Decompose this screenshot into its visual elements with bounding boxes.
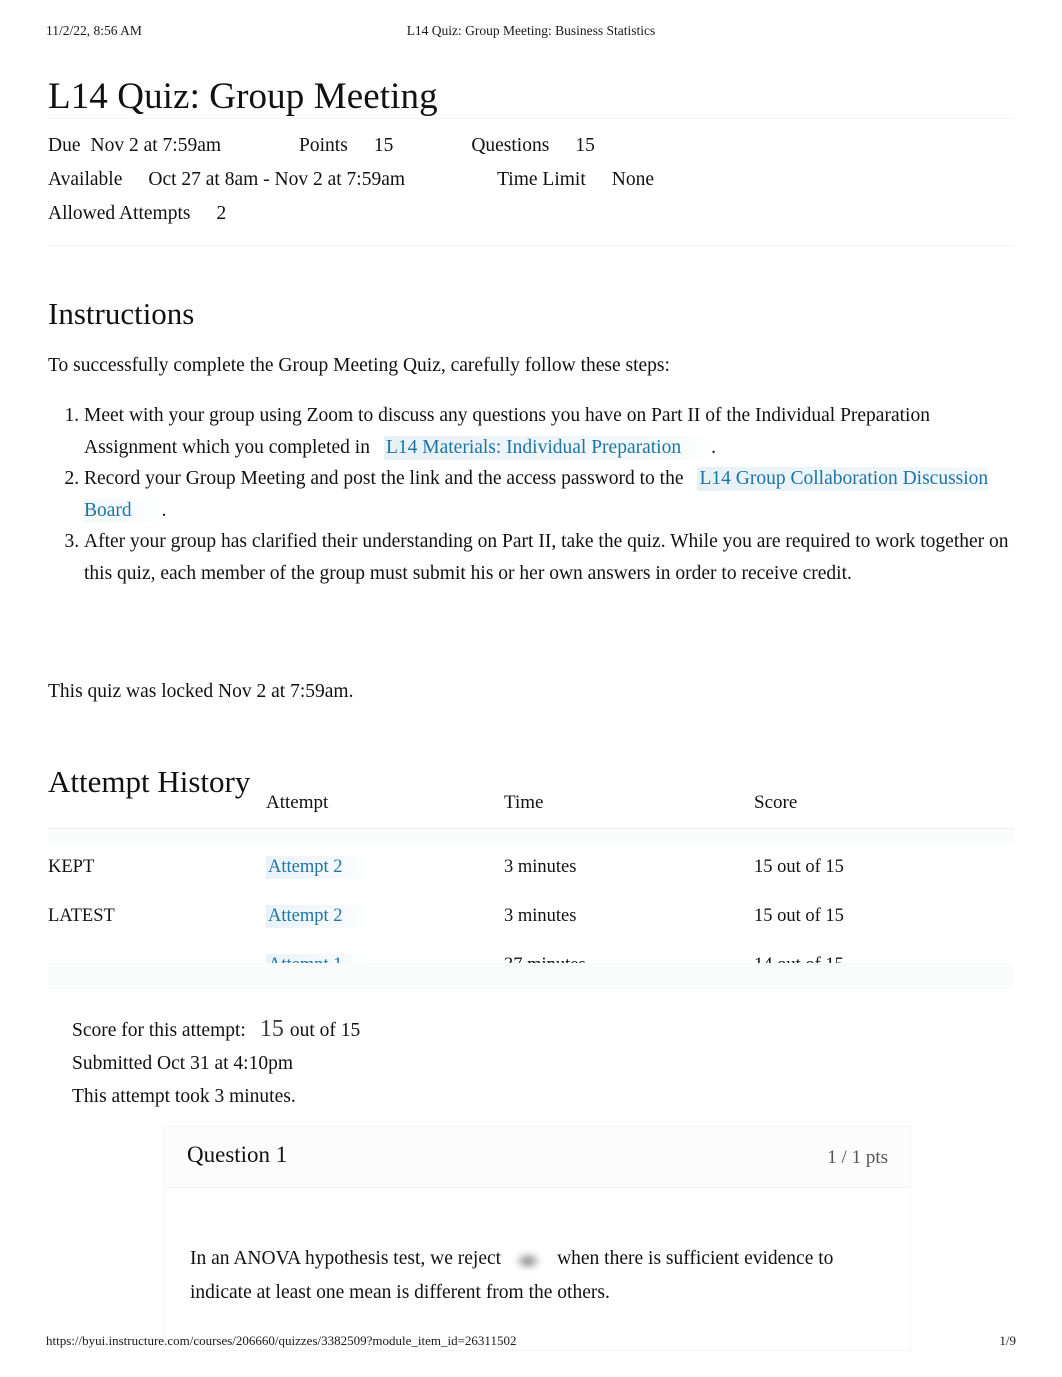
attempt-history-table: Attempt Time Score KEPT Attempt 2 3 minu… — [48, 792, 1014, 990]
link-l14-materials-individual-preparation[interactable]: L14 Materials: Individual Preparation — [383, 435, 712, 460]
quiz-meta-row-attempts: Allowed Attempts 2 — [48, 197, 1014, 231]
instructions-intro: To successfully complete the Group Meeti… — [48, 354, 670, 376]
print-header: 11/2/22, 8:56 AM L14 Quiz: Group Meeting… — [0, 23, 1062, 43]
redacted-symbol-icon — [515, 1251, 542, 1270]
instructions-step-1: Meet with your group using Zoom to discu… — [84, 400, 1024, 463]
column-header-time: Time — [504, 792, 754, 829]
due-value: Nov 2 at 7:59am — [90, 135, 222, 156]
allowed-attempts-value: 2 — [216, 203, 227, 224]
column-header-attempt: Attempt — [266, 792, 504, 829]
step-2-text-before: Record your Group Meeting and post the l… — [84, 468, 684, 490]
attempt-table-footer-band — [48, 963, 1014, 989]
table-spacer-cell — [48, 828, 1014, 843]
question-text-before: In an ANOVA hypothesis test, we reject — [190, 1248, 502, 1269]
question-title: Question 1 — [187, 1142, 288, 1167]
question-points-badge: 1 / 1 pts — [827, 1147, 888, 1168]
table-row: KEPT Attempt 2 3 minutes 15 out of 15 — [48, 843, 1014, 892]
duration-line: This attempt took 3 minutes. — [72, 1086, 296, 1107]
print-document-title: L14 Quiz: Group Meeting: Business Statis… — [406, 23, 656, 38]
page-title: L14 Quiz: Group Meeting — [48, 75, 438, 117]
cell-attempt: Attempt 2 — [266, 892, 504, 941]
table-header-row: Attempt Time Score — [48, 792, 1014, 829]
quiz-meta-row-available: Available Oct 27 at 8am - Nov 2 at 7:59am… — [48, 163, 1014, 197]
cell-time: 3 minutes — [504, 906, 577, 926]
cell-time: 3 minutes — [504, 857, 577, 877]
print-footer: https://byui.instructure.com/courses/206… — [0, 1333, 1062, 1353]
print-footer-page-number: 1/9 — [999, 1333, 1016, 1348]
step-1-text-after: . — [711, 436, 716, 458]
step-2-text-after: . — [161, 499, 167, 521]
quiz-meta-row-due: Due Nov 2 at 7:59am Points 15 Questions 15 — [48, 129, 1014, 163]
cell-status: KEPT — [48, 857, 95, 877]
submitted-line: Submitted Oct 31 at 4:10pm — [72, 1053, 293, 1074]
quiz-meta-block: Due Nov 2 at 7:59am Points 15 Questions 15 Av… — [48, 118, 1014, 246]
score-value: 15 — [259, 1016, 284, 1042]
quiz-locked-note: This quiz was locked Nov 2 at 7:59am. — [48, 680, 354, 702]
available-value: Oct 27 at 8am - Nov 2 at 7:59am — [148, 169, 406, 190]
questions-value: 15 — [575, 135, 595, 156]
cell-score: 15 out of 15 — [754, 906, 844, 926]
available-label: Available — [48, 169, 123, 190]
points-value: 15 — [373, 135, 394, 156]
question-header: Question 1 1 / 1 pts — [163, 1126, 911, 1188]
questions-label: Questions — [471, 135, 550, 156]
score-line: Score for this attempt: 15 out of 15 — [72, 1013, 972, 1047]
table-row: LATEST Attempt 2 3 minutes 15 out of 15 — [48, 892, 1014, 941]
score-out-of: out of 15 — [289, 1020, 361, 1041]
column-header-status — [48, 792, 266, 829]
due-label: Due — [48, 135, 81, 156]
instructions-steps: Meet with your group using Zoom to discu… — [48, 400, 1024, 590]
score-summary: Score for this attempt: 15 out of 15 Submi… — [72, 1013, 972, 1113]
allowed-attempts-label: Allowed Attempts — [48, 203, 191, 224]
time-limit-label: Time Limit — [497, 169, 586, 190]
question-body: In an ANOVA hypothesis test, we reject wh… — [163, 1188, 911, 1351]
column-header-score: Score — [754, 792, 1014, 829]
table-spacer-row — [48, 828, 1014, 843]
link-attempt-2-latest[interactable]: Attempt 2 — [266, 905, 369, 928]
instructions-step-2: Record your Group Meeting and post the l… — [84, 463, 1024, 526]
print-footer-url: https://byui.instructure.com/courses/206… — [46, 1333, 517, 1348]
cell-status: LATEST — [48, 906, 115, 926]
time-limit-value: None — [611, 169, 654, 190]
instructions-step-3: After your group has clarified their und… — [84, 526, 1024, 589]
question-text: In an ANOVA hypothesis test, we reject wh… — [190, 1242, 884, 1310]
cell-attempt: Attempt 2 — [266, 843, 504, 892]
cell-score: 15 out of 15 — [754, 857, 844, 877]
points-label: Points — [299, 135, 348, 156]
score-label: Score for this attempt: — [72, 1020, 246, 1041]
link-attempt-2-kept[interactable]: Attempt 2 — [266, 856, 369, 879]
question-card: Question 1 1 / 1 pts In an ANOVA hypothe… — [163, 1126, 911, 1351]
instructions-heading: Instructions — [48, 295, 195, 331]
